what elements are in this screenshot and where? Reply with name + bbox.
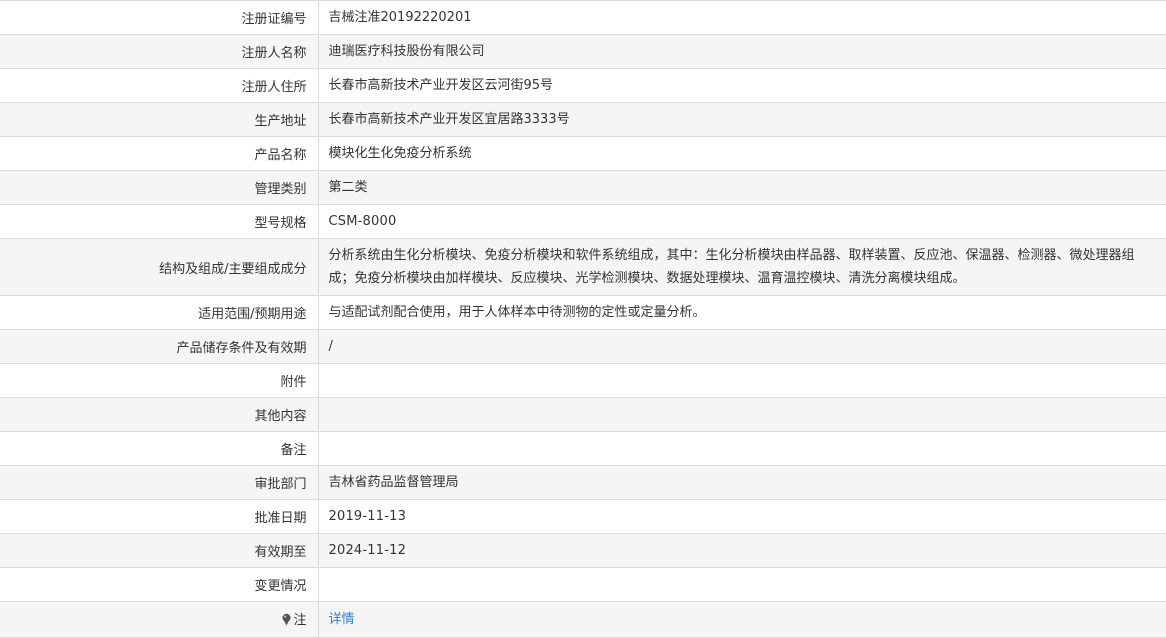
attachment-label: 附件	[0, 363, 319, 398]
table-row: 管理类别 第二类	[0, 170, 1166, 205]
table-row: 生产地址 长春市高新技术产业开发区宜居路3333号	[0, 102, 1166, 137]
table-row: 变更情况	[0, 567, 1166, 602]
table-row: 有效期至 2024-11-12	[0, 533, 1166, 568]
table-row: 审批部门 吉林省药品监督管理局	[0, 465, 1166, 500]
table-row: 批准日期 2019-11-13	[0, 499, 1166, 534]
note-label-cell: 注	[0, 601, 319, 638]
table-row: 注册人住所 长春市高新技术产业开发区云河街95号	[0, 68, 1166, 103]
remarks-value	[318, 431, 1166, 466]
pin-icon	[281, 613, 292, 630]
model-spec-label: 型号规格	[0, 204, 319, 239]
attachment-value	[318, 363, 1166, 398]
registrant-name-label: 注册人名称	[0, 34, 319, 69]
table-row: 注册证编号 吉械注准20192220201	[0, 0, 1166, 35]
table-row: 附件	[0, 363, 1166, 398]
table-row: 产品储存条件及有效期 /	[0, 329, 1166, 364]
management-class-label: 管理类别	[0, 170, 319, 205]
registration-record-table: 注册证编号 吉械注准20192220201 注册人名称 迪瑞医疗科技股份有限公司…	[0, 0, 1166, 638]
registration-number-value: 吉械注准20192220201	[318, 0, 1166, 35]
registrant-address-label: 注册人住所	[0, 68, 319, 103]
storage-condition-value: /	[318, 329, 1166, 364]
intended-use-value: 与适配试剂配合使用，用于人体样本中待测物的定性或定量分析。	[318, 295, 1166, 330]
product-name-label: 产品名称	[0, 136, 319, 171]
registrant-address-value: 长春市高新技术产业开发区云河街95号	[318, 68, 1166, 103]
management-class-value: 第二类	[318, 170, 1166, 205]
intended-use-label: 适用范围/预期用途	[0, 295, 319, 330]
note-label: 注	[293, 613, 307, 628]
table-row: 注册人名称 迪瑞医疗科技股份有限公司	[0, 34, 1166, 69]
change-history-value	[318, 567, 1166, 602]
table-row: 产品名称 模块化生化免疫分析系统	[0, 136, 1166, 171]
table-row: 适用范围/预期用途 与适配试剂配合使用，用于人体样本中待测物的定性或定量分析。	[0, 295, 1166, 330]
registration-number-label: 注册证编号	[0, 0, 319, 35]
details-link[interactable]: 详情	[329, 612, 355, 627]
other-content-label: 其他内容	[0, 397, 319, 432]
table-row: 注 详情	[0, 601, 1166, 638]
other-content-value	[318, 397, 1166, 432]
approval-department-value: 吉林省药品监督管理局	[318, 465, 1166, 500]
production-address-label: 生产地址	[0, 102, 319, 137]
table-row: 型号规格 CSM-8000	[0, 204, 1166, 239]
table-row: 其他内容	[0, 397, 1166, 432]
approval-date-value: 2019-11-13	[318, 499, 1166, 534]
registrant-name-value: 迪瑞医疗科技股份有限公司	[318, 34, 1166, 69]
valid-until-label: 有效期至	[0, 533, 319, 568]
note-value-cell: 详情	[318, 601, 1166, 638]
structure-composition-value: 分析系统由生化分析模块、免疫分析模块和软件系统组成，其中：生化分析模块由样品器、…	[318, 238, 1166, 296]
production-address-value: 长春市高新技术产业开发区宜居路3333号	[318, 102, 1166, 137]
change-history-label: 变更情况	[0, 567, 319, 602]
approval-department-label: 审批部门	[0, 465, 319, 500]
table-row: 备注	[0, 431, 1166, 466]
valid-until-value: 2024-11-12	[318, 533, 1166, 568]
model-spec-value: CSM-8000	[318, 204, 1166, 239]
storage-condition-label: 产品储存条件及有效期	[0, 329, 319, 364]
remarks-label: 备注	[0, 431, 319, 466]
structure-composition-label: 结构及组成/主要组成成分	[0, 238, 319, 296]
table-row: 结构及组成/主要组成成分 分析系统由生化分析模块、免疫分析模块和软件系统组成，其…	[0, 238, 1166, 296]
product-name-value: 模块化生化免疫分析系统	[318, 136, 1166, 171]
approval-date-label: 批准日期	[0, 499, 319, 534]
